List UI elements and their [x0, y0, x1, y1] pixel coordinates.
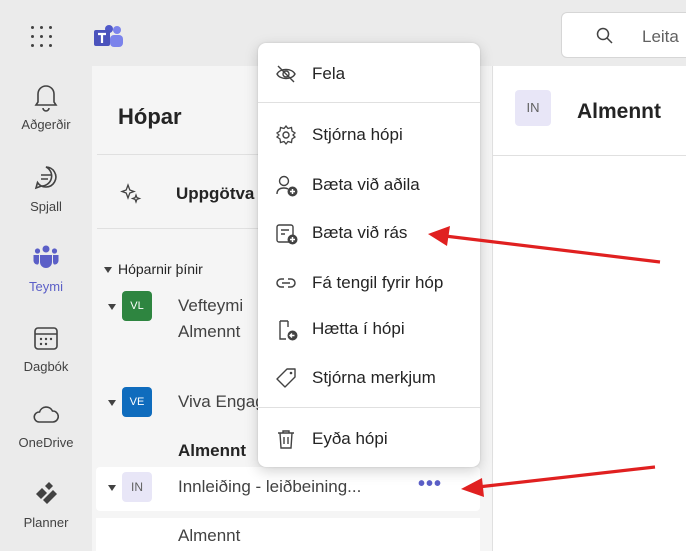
- app-launcher-icon[interactable]: [30, 25, 54, 49]
- chevron-down-icon: [108, 304, 116, 310]
- menu-item-label: Hætta í hópi: [312, 319, 405, 338]
- planner-icon: [36, 482, 57, 504]
- channel-title: Almennt: [577, 100, 661, 123]
- tag-icon: [276, 368, 296, 388]
- menu-item-hide[interactable]: Fela: [258, 54, 480, 94]
- channel-add-icon: [276, 224, 298, 245]
- menu-item-delete[interactable]: Eyða hópi: [258, 419, 480, 459]
- menu-item-label: Fá tengil fyrir hóp: [312, 273, 444, 292]
- eye-off-icon: [276, 65, 296, 83]
- menu-item-leave[interactable]: Hætta í hópi: [258, 309, 480, 349]
- rail-item-chat[interactable]: Spjall: [0, 160, 92, 234]
- sparkle-icon: [120, 183, 142, 204]
- main-area: IN Almennt: [492, 66, 686, 551]
- menu-item-add-channel[interactable]: Bæta við rás: [258, 213, 480, 253]
- menu-item-manage-tags[interactable]: Stjórna merkjum: [258, 358, 480, 398]
- leave-icon: [279, 320, 298, 341]
- trash-icon: [278, 430, 294, 449]
- rail-label: Dagbók: [23, 359, 69, 374]
- section-header[interactable]: Hóparnir þínir: [104, 261, 203, 277]
- page-title: Hópar: [118, 104, 182, 129]
- menu-item-manage[interactable]: Stjórna hópi: [258, 115, 480, 155]
- rail-label: Spjall: [30, 199, 62, 214]
- gear-icon: [275, 124, 297, 146]
- bell-icon: [34, 85, 58, 112]
- channel-item[interactable]: Almennt: [178, 441, 246, 461]
- menu-item-label: Bæta við aðila: [312, 175, 420, 194]
- chevron-down-icon: [108, 485, 116, 491]
- app-rail: Aðgerðir Spjall Teymi Dagbók OneDrive Pl…: [0, 66, 92, 551]
- team-avatar: VE: [122, 387, 152, 417]
- rail-item-onedrive[interactable]: OneDrive: [0, 396, 92, 470]
- channel-header: IN Almennt: [493, 66, 686, 156]
- channel-avatar: IN: [515, 90, 551, 126]
- channel-item: Almennt: [178, 526, 241, 545]
- section-label: Hóparnir þínir: [118, 261, 203, 277]
- team-context-menu: Fela Stjórna hópi Bæta við aðila Bæta vi…: [258, 43, 480, 467]
- rail-label: Planner: [23, 515, 69, 530]
- menu-item-label: Eyða hópi: [312, 429, 388, 448]
- search-placeholder: Leita: [642, 27, 679, 46]
- chevron-down-icon: [104, 267, 112, 274]
- calendar-icon: [34, 327, 58, 350]
- teams-logo-icon: [94, 24, 124, 50]
- menu-item-label: Stjórna merkjum: [312, 368, 436, 387]
- search-icon: [596, 27, 613, 44]
- team-avatar: IN: [122, 472, 152, 502]
- team-row-selected[interactable]: IN Innleiðing - leiðbeining... •••: [96, 467, 480, 511]
- menu-item-add-member[interactable]: Bæta við aðila: [258, 165, 480, 205]
- more-options-icon[interactable]: •••: [418, 473, 442, 496]
- rail-item-teams[interactable]: Teymi: [0, 240, 92, 314]
- rail-item-planner[interactable]: Planner: [0, 476, 92, 550]
- rail-item-activity[interactable]: Aðgerðir: [0, 78, 92, 152]
- person-add-icon: [276, 175, 298, 197]
- menu-item-label: Fela: [312, 64, 346, 83]
- menu-item-get-link[interactable]: Fá tengil fyrir hóp: [258, 263, 480, 303]
- menu-divider: [258, 407, 480, 408]
- team-name: Vefteymi: [178, 296, 244, 315]
- discover-label: Uppgötva: [176, 184, 255, 203]
- chat-icon: [34, 166, 57, 190]
- cloud-icon: [33, 406, 59, 423]
- rail-label: Teymi: [29, 279, 63, 294]
- rail-item-calendar[interactable]: Dagbók: [0, 320, 92, 394]
- menu-divider: [258, 102, 480, 103]
- chevron-down-icon: [108, 400, 116, 406]
- rail-label: OneDrive: [18, 435, 74, 450]
- team-avatar: VL: [122, 291, 152, 321]
- menu-item-label: Stjórna hópi: [312, 125, 403, 144]
- channel-row[interactable]: Almennt: [96, 518, 480, 551]
- rail-label: Aðgerðir: [21, 117, 71, 132]
- link-icon: [276, 278, 296, 288]
- search-box[interactable]: Leita: [561, 12, 686, 58]
- menu-item-label: Bæta við rás: [312, 223, 408, 242]
- channel-item[interactable]: Almennt: [178, 322, 240, 342]
- team-name: Innleiðing - leiðbeining...: [178, 477, 362, 496]
- teams-icon: [33, 245, 59, 268]
